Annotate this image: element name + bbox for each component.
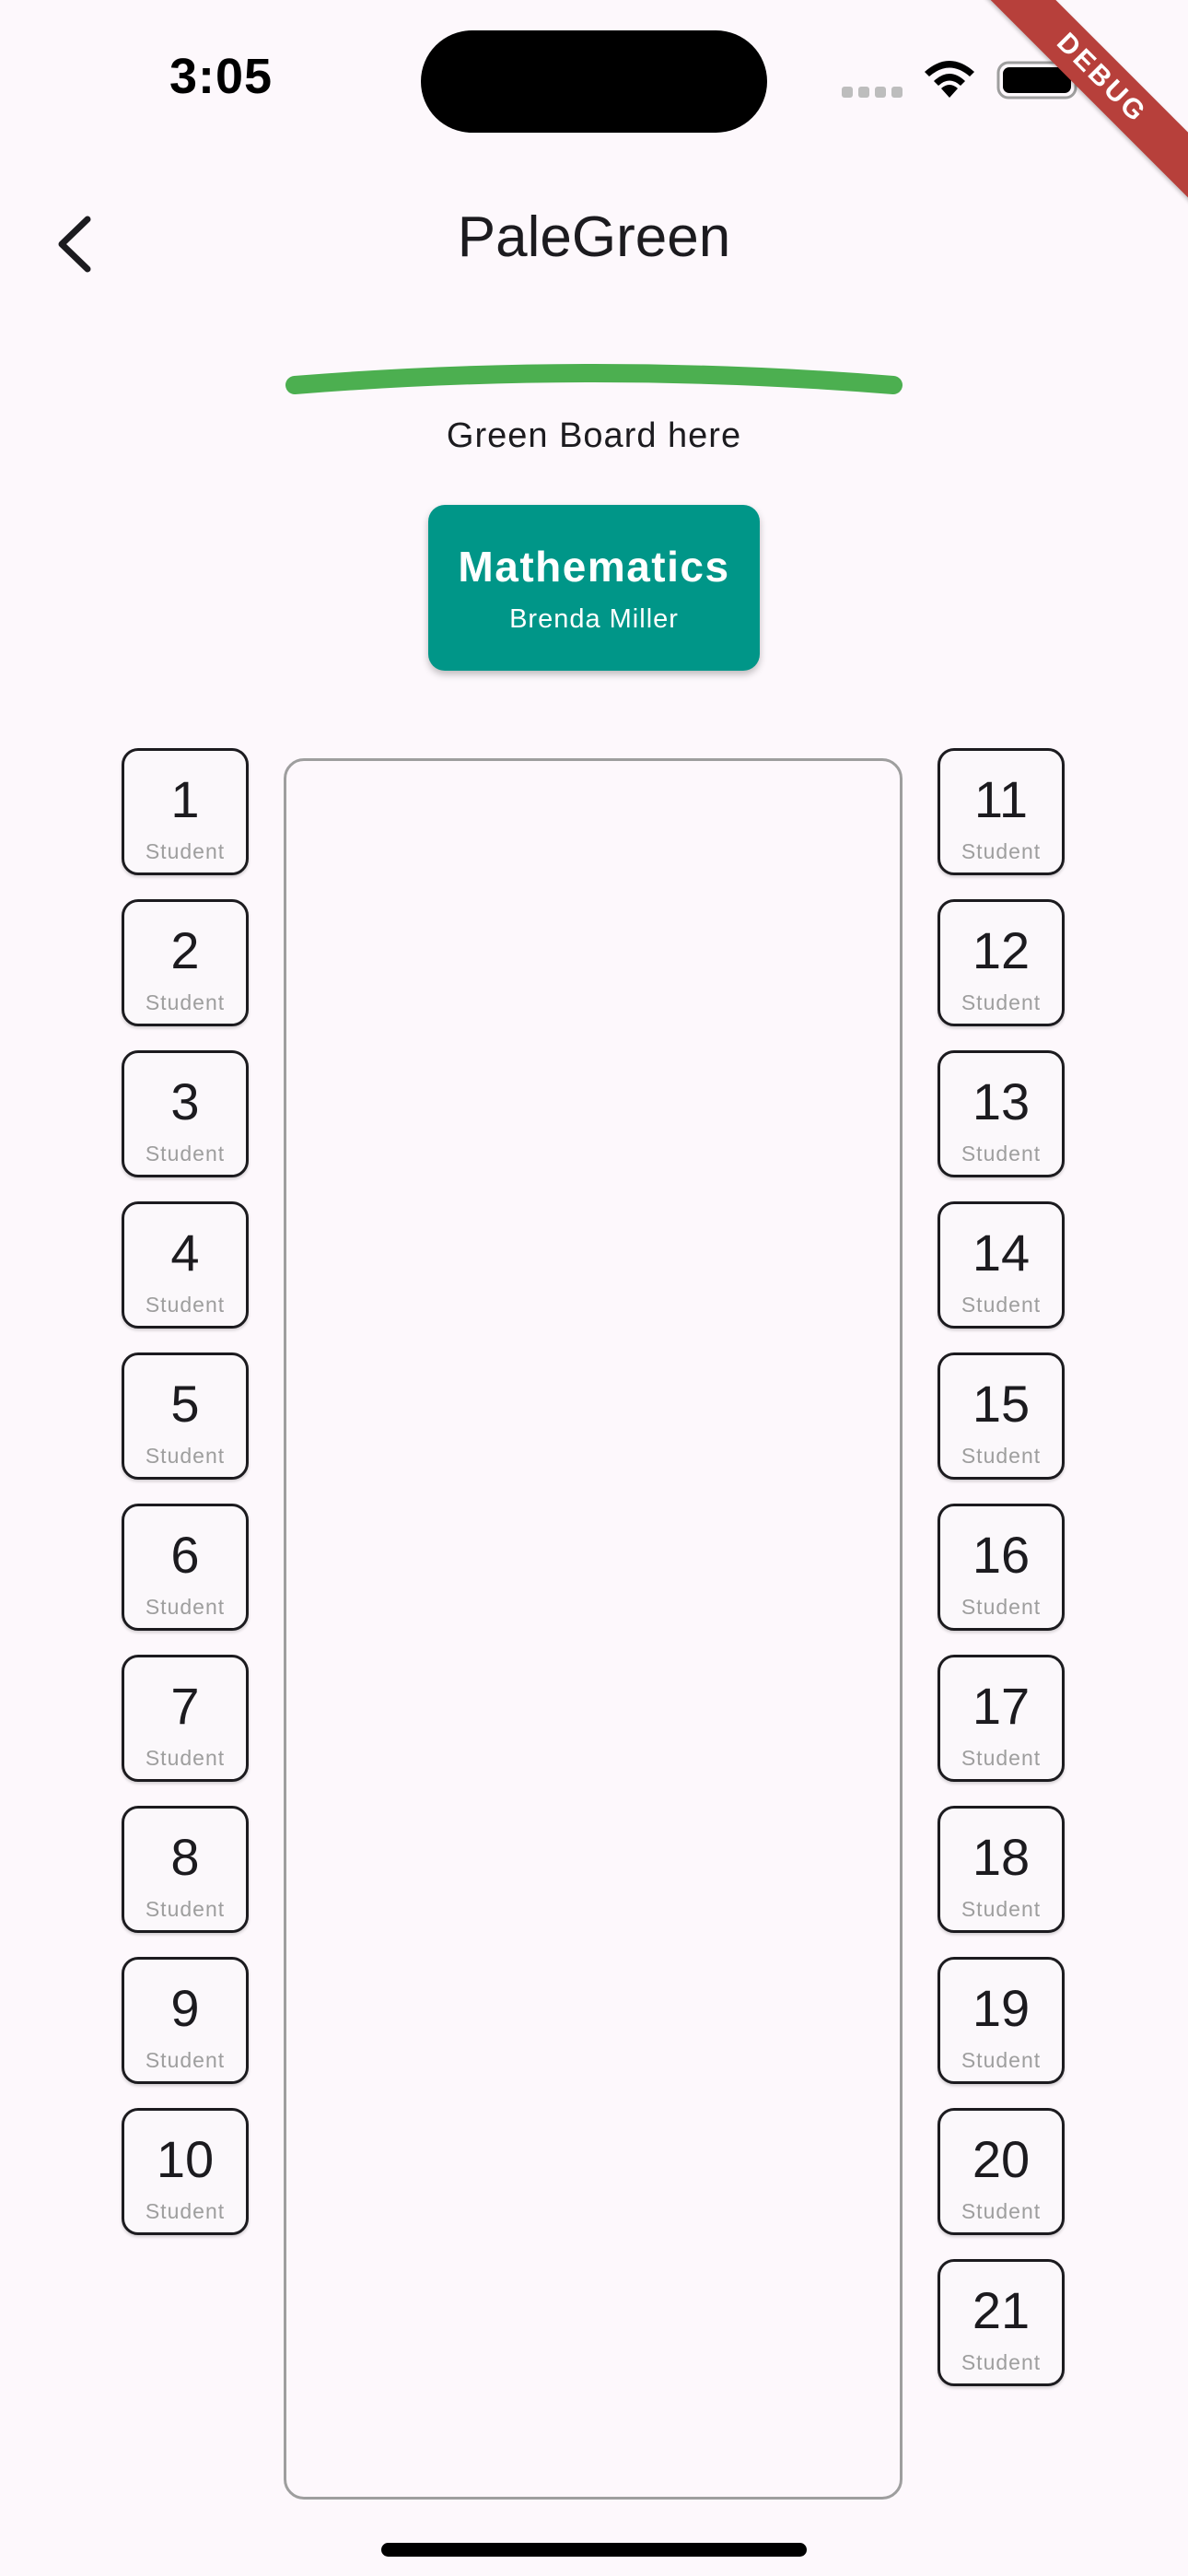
seat-number: 19 (972, 1979, 1031, 2037)
right-seat-column: 11 Student 12 Student 13 Student 14 Student … (938, 748, 1065, 2410)
seat-number: 21 (972, 2281, 1031, 2339)
seat-number: 7 (170, 1677, 200, 1735)
seat-8[interactable]: 8 Student (122, 1806, 249, 1933)
seat-label: Student (961, 1142, 1042, 1165)
seat-label: Student (961, 2048, 1042, 2072)
home-indicator[interactable] (381, 2543, 807, 2557)
seat-7[interactable]: 7 Student (122, 1655, 249, 1782)
seat-5[interactable]: 5 Student (122, 1352, 249, 1480)
seat-number: 16 (972, 1526, 1031, 1584)
seat-12[interactable]: 12 Student (938, 899, 1065, 1026)
seat-16[interactable]: 16 Student (938, 1504, 1065, 1631)
seat-4[interactable]: 4 Student (122, 1201, 249, 1329)
page-title: PaleGreen (457, 205, 731, 269)
seat-1[interactable]: 1 Student (122, 748, 249, 875)
seat-label: Student (961, 2350, 1042, 2374)
seat-number: 2 (170, 921, 200, 979)
seat-3[interactable]: 3 Student (122, 1050, 249, 1177)
seat-number: 17 (972, 1677, 1031, 1735)
seat-2[interactable]: 2 Student (122, 899, 249, 1026)
seat-number: 10 (156, 2130, 215, 2188)
seat-19[interactable]: 19 Student (938, 1957, 1065, 2084)
teacher-subject: Mathematics (458, 543, 730, 591)
seat-label: Student (145, 990, 226, 1014)
seat-number: 12 (972, 921, 1031, 979)
seat-label: Student (961, 1897, 1042, 1921)
screen: 3:05 DEBUG PaleGreen Green Board here Ma… (0, 0, 1188, 2576)
seat-number: 5 (170, 1375, 200, 1433)
seat-label: Student (961, 1595, 1042, 1619)
seat-number: 6 (170, 1526, 200, 1584)
green-board (285, 364, 903, 394)
seat-number: 18 (972, 1828, 1031, 1886)
seat-label: Student (145, 1897, 226, 1921)
left-seat-column: 1 Student 2 Student 3 Student 4 Student 5 Stu… (122, 748, 249, 2259)
seat-label: Student (145, 1746, 226, 1770)
cellular-signal-icon (842, 87, 903, 98)
seat-14[interactable]: 14 Student (938, 1201, 1065, 1329)
seat-10[interactable]: 10 Student (122, 2108, 249, 2235)
seat-21[interactable]: 21 Student (938, 2259, 1065, 2386)
seat-6[interactable]: 6 Student (122, 1504, 249, 1631)
seat-label: Student (145, 2048, 226, 2072)
debug-banner: DEBUG (961, 0, 1188, 219)
seat-number: 3 (170, 1072, 200, 1130)
seat-9[interactable]: 9 Student (122, 1957, 249, 2084)
seat-number: 1 (170, 770, 200, 828)
seat-11[interactable]: 11 Student (938, 748, 1065, 875)
seat-15[interactable]: 15 Student (938, 1352, 1065, 1480)
seat-number: 15 (972, 1375, 1031, 1433)
seat-label: Student (145, 2199, 226, 2223)
seat-number: 9 (170, 1979, 200, 2037)
seat-17[interactable]: 17 Student (938, 1655, 1065, 1782)
seat-label: Student (961, 990, 1042, 1014)
dynamic-island (421, 30, 767, 133)
seat-18[interactable]: 18 Student (938, 1806, 1065, 1933)
teacher-name: Brenda Miller (509, 604, 679, 634)
seat-number: 20 (972, 2130, 1031, 2188)
seat-label: Student (961, 839, 1042, 863)
seat-label: Student (145, 1142, 226, 1165)
board-label: Green Board here (446, 416, 742, 455)
seat-label: Student (145, 839, 226, 863)
seat-label: Student (961, 1444, 1042, 1468)
seat-label: Student (961, 1746, 1042, 1770)
seat-20[interactable]: 20 Student (938, 2108, 1065, 2235)
teacher-card[interactable]: Mathematics Brenda Miller (428, 505, 760, 671)
seat-label: Student (145, 1595, 226, 1619)
seat-label: Student (961, 2199, 1042, 2223)
seat-13[interactable]: 13 Student (938, 1050, 1065, 1177)
seat-number: 11 (973, 770, 1029, 828)
seat-number: 8 (170, 1828, 200, 1886)
seat-number: 14 (972, 1224, 1031, 1282)
classroom-aisle (284, 758, 903, 2500)
seat-number: 13 (972, 1072, 1031, 1130)
seat-label: Student (145, 1444, 226, 1468)
seat-number: 4 (170, 1224, 200, 1282)
seat-label: Student (961, 1293, 1042, 1317)
wifi-icon (925, 61, 974, 98)
seat-label: Student (145, 1293, 226, 1317)
status-time: 3:05 (169, 49, 274, 104)
